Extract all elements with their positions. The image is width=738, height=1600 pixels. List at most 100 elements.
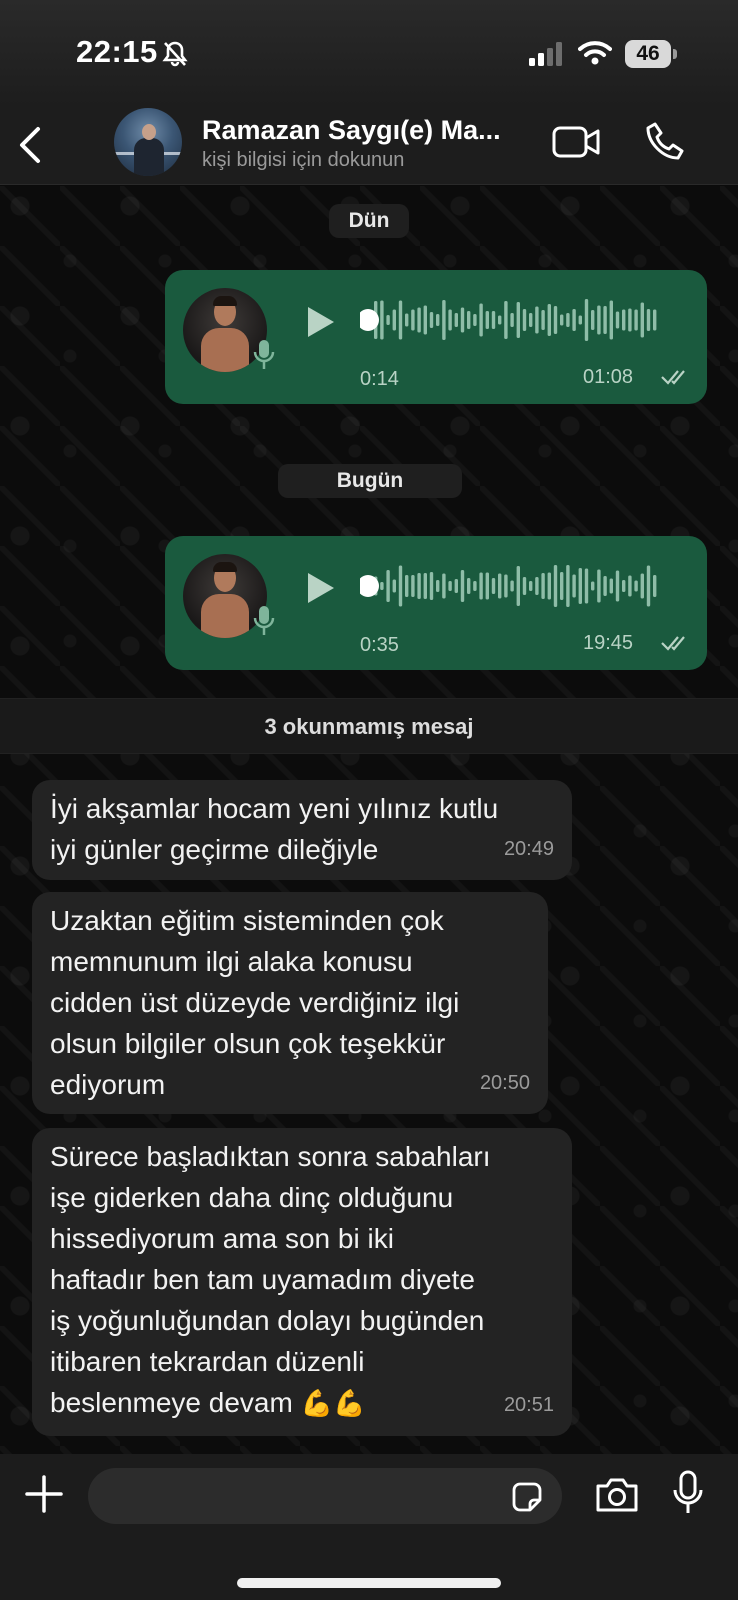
waveform-bar	[653, 575, 657, 597]
camera-icon	[596, 1478, 638, 1512]
waveform-bar	[634, 580, 638, 592]
waveform-bar	[479, 303, 483, 337]
incoming-message[interactable]: İyi akşamlar hocam yeni yılınız kutlu iy…	[32, 780, 572, 880]
battery-tip	[673, 49, 677, 59]
waveform-bar	[442, 573, 446, 599]
date-separator-today: Bugün	[278, 464, 462, 498]
back-button[interactable]	[14, 123, 46, 167]
voice-call-button[interactable]	[645, 121, 685, 166]
unread-messages-banner: 3 okunmamış mesaj	[0, 698, 738, 754]
message-time: 20:50	[479, 1072, 530, 1094]
message-text: Uzaktan eğitim sisteminden çok memnunum …	[50, 905, 460, 1100]
message-time: 20:49	[503, 838, 554, 860]
message-time: 01:08	[583, 366, 634, 388]
waveform-bar	[628, 575, 632, 597]
waveform-bar	[504, 574, 508, 598]
waveform-bar	[609, 578, 613, 594]
waveform-bar	[591, 581, 595, 591]
microphone-icon	[253, 604, 275, 643]
waveform-bar	[572, 574, 576, 598]
waveform-bar	[622, 580, 626, 592]
waveform-bar	[429, 312, 434, 328]
waveform-bar	[485, 572, 489, 600]
waveform-bar	[578, 315, 582, 325]
message-body: Sürece başladıktan sonra sabahları işe g…	[50, 1141, 491, 1418]
contact-name[interactable]: Ramazan Saygı(e) Ma...	[202, 115, 542, 146]
waveform-bar	[516, 302, 520, 338]
waveform-bar	[473, 581, 477, 591]
waveform-bar	[448, 309, 452, 331]
waveform-bar	[485, 311, 489, 329]
voice-duration: 0:35	[360, 634, 399, 656]
waveform-bar	[442, 300, 446, 340]
waveform-bar	[510, 580, 514, 592]
waveform-bar	[380, 582, 384, 590]
waveform-bar	[504, 301, 508, 339]
waveform-bar	[454, 313, 458, 327]
waveform-bar	[423, 573, 427, 599]
sticker-icon	[512, 1482, 542, 1512]
voice-message-bubble[interactable]: 0:35 19:45	[165, 536, 707, 670]
waveform-bar	[460, 570, 465, 602]
waveform-bar	[522, 309, 527, 331]
avatar-figure-body	[134, 138, 164, 176]
waveform-bar	[454, 579, 458, 593]
status-bar: 22:15 46	[0, 0, 738, 105]
voice-message-bubble[interactable]: 0:14 01:08	[165, 270, 707, 404]
waveform-bar	[491, 311, 496, 329]
camera-button[interactable]	[594, 1476, 640, 1519]
waveform-bar	[541, 310, 545, 330]
audio-waveform[interactable]	[360, 562, 660, 610]
waveform-bar	[615, 570, 620, 602]
flexed-biceps-emoji: 💪💪	[300, 1388, 366, 1418]
waveform-bar	[436, 580, 440, 592]
play-icon	[308, 573, 334, 603]
play-icon	[308, 307, 334, 337]
waveform-bar	[560, 572, 564, 600]
voice-record-button[interactable]	[672, 1470, 704, 1521]
waveform-bar	[380, 300, 384, 340]
waveform-bar	[405, 313, 409, 327]
waveform-bar	[535, 306, 539, 334]
contact-info-hint[interactable]: kişi bilgisi için dokunun	[202, 149, 404, 172]
waveform-bar	[646, 565, 651, 607]
avatar-figure-head	[142, 124, 156, 140]
waveform-bar	[448, 581, 452, 591]
attach-button[interactable]	[24, 1474, 64, 1519]
avatar-hair	[213, 296, 237, 306]
contact-avatar[interactable]	[114, 108, 182, 176]
waveform-bar	[622, 309, 626, 331]
message-time: 19:45	[583, 632, 634, 654]
sticker-button[interactable]	[510, 1480, 544, 1519]
phone-icon	[646, 122, 684, 160]
battery-icon: 46	[625, 40, 671, 68]
chat-area[interactable]: Dün 0:14 01:08 Bugün 0:35 19:45 3 okunma…	[0, 186, 738, 1454]
avatar-torso	[201, 594, 249, 638]
waveform-bar	[392, 579, 396, 593]
waveform-bar	[529, 313, 533, 327]
waveform-bar	[566, 313, 570, 327]
waveform-bar	[628, 308, 632, 332]
video-camera-icon	[552, 126, 600, 158]
waveform-bar	[473, 314, 477, 326]
incoming-message[interactable]: Sürece başladıktan sonra sabahları işe g…	[32, 1128, 572, 1436]
waveform-bar	[411, 575, 415, 597]
waveform-bar	[584, 568, 589, 604]
audio-waveform[interactable]	[360, 296, 660, 344]
message-input[interactable]	[88, 1468, 562, 1524]
bell-off-icon	[162, 40, 188, 73]
waveform-bar	[467, 578, 471, 594]
waveform-bar	[398, 565, 403, 607]
incoming-message[interactable]: Uzaktan eğitim sisteminden çok memnunum …	[32, 892, 548, 1114]
cellular-signal-icon	[529, 42, 563, 71]
waveform-bar	[653, 309, 657, 331]
waveform-bar	[405, 575, 409, 597]
waveform-bar	[640, 573, 644, 599]
video-call-button[interactable]	[552, 125, 600, 164]
waveform-bar	[578, 568, 582, 604]
play-button[interactable]	[305, 304, 337, 345]
plus-icon	[25, 1475, 63, 1513]
play-button[interactable]	[305, 570, 337, 611]
waveform-bar	[547, 304, 551, 336]
avatar-torso	[201, 328, 249, 372]
